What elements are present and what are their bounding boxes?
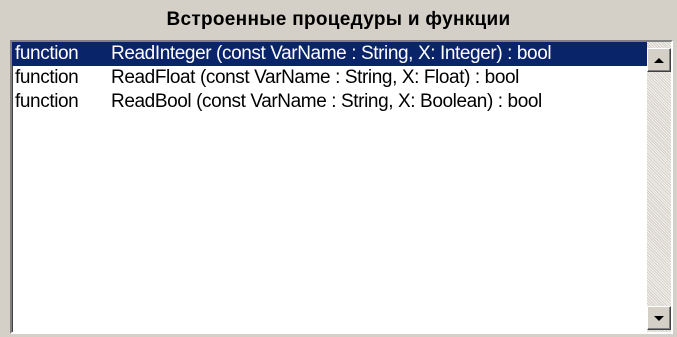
list-item[interactable]: function ReadInteger (const VarName : Str…	[12, 42, 647, 66]
scroll-up-button[interactable]	[647, 48, 671, 72]
panel-title: Встроенные процедуры и функции	[166, 9, 511, 30]
list-item-signature: ReadBool (const VarName : String, X: Boo…	[111, 91, 542, 112]
list-item-signature: ReadFloat (const VarName : String, X: Fl…	[111, 67, 519, 88]
list-item-signature: ReadInteger (const VarName : String, X: …	[111, 43, 552, 64]
functions-listbox[interactable]: function ReadInteger (const VarName : Str…	[10, 40, 673, 334]
arrow-down-icon	[654, 315, 664, 321]
list-item-keyword: function	[15, 43, 79, 64]
list-item[interactable]: function ReadBool (const VarName : String…	[12, 90, 647, 114]
scroll-down-button[interactable]	[647, 306, 671, 330]
arrow-up-icon	[654, 57, 664, 63]
vertical-scrollbar[interactable]	[647, 42, 671, 332]
list-item[interactable]: function ReadFloat (const VarName : Strin…	[12, 66, 647, 90]
list-item-keyword: function	[15, 67, 79, 88]
procedures-panel: Встроенные процедуры и функции function R…	[0, 0, 677, 337]
functions-list: function ReadInteger (const VarName : Str…	[12, 42, 647, 332]
list-item-keyword: function	[15, 91, 79, 112]
